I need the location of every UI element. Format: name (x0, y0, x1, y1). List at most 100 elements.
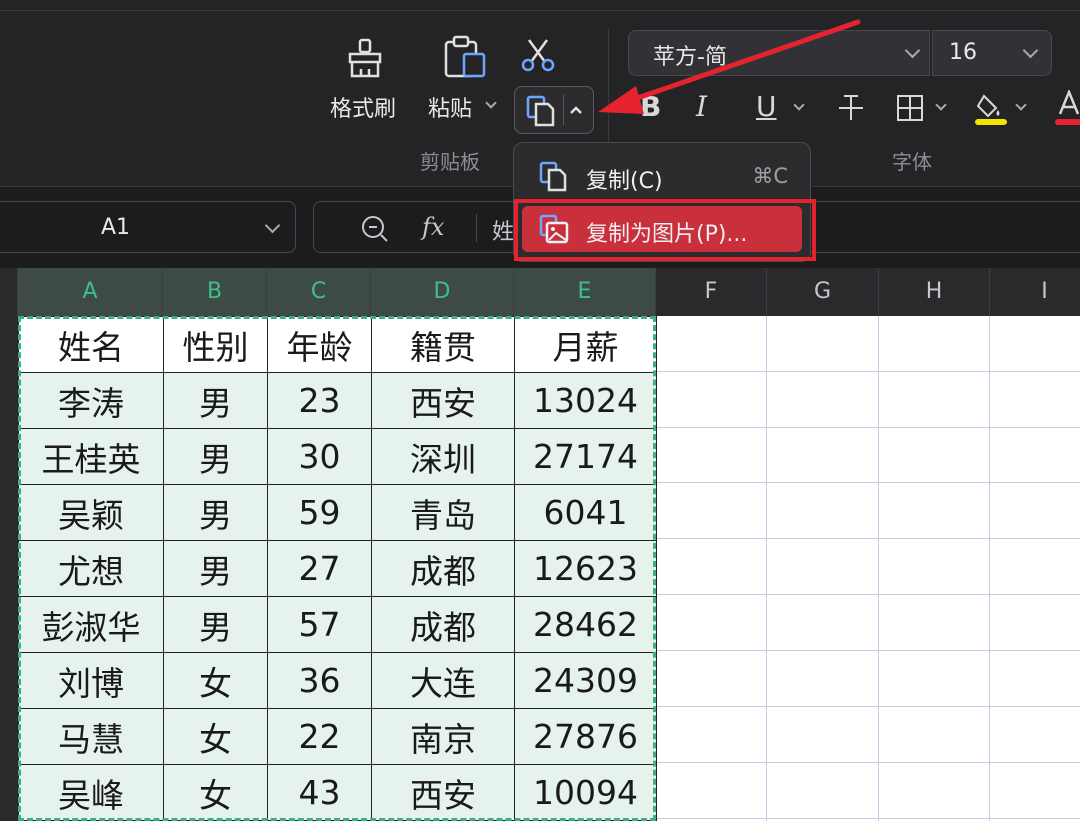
table-cell[interactable]: 马慧 (18, 708, 164, 765)
grid-line (656, 818, 1080, 819)
chevron-down-icon (1022, 42, 1039, 59)
font-name-select[interactable]: 苹方-简 (628, 30, 930, 76)
table-cell[interactable]: 24309 (514, 652, 657, 709)
table-header-cell[interactable]: 月薪 (514, 316, 657, 373)
formula-divider (476, 214, 477, 242)
table-cell[interactable]: 男 (163, 596, 268, 653)
table-cell[interactable]: 尤想 (18, 540, 164, 597)
column-header-b[interactable]: B (163, 268, 267, 316)
table-cell[interactable]: 6041 (514, 484, 657, 541)
table-cell[interactable]: 王桂英 (18, 428, 164, 485)
table-cell[interactable]: 57 (267, 596, 372, 653)
format-painter-icon[interactable] (344, 36, 390, 80)
table-cell[interactable]: 男 (163, 428, 268, 485)
column-header-i[interactable]: I (990, 268, 1080, 316)
table-cell[interactable]: 李涛 (18, 372, 164, 429)
clipboard-group-label: 剪贴板 (420, 150, 480, 174)
font-size-value: 16 (949, 40, 977, 65)
fx-icon[interactable]: fx (422, 213, 444, 241)
chevron-up-icon[interactable] (568, 104, 584, 116)
borders-icon[interactable] (896, 94, 924, 122)
table-cell[interactable]: 59 (267, 484, 372, 541)
grid-line (656, 427, 1080, 428)
table-cell[interactable]: 青岛 (371, 484, 515, 541)
table-cell[interactable]: 43 (267, 764, 372, 821)
table-cell[interactable]: 27 (267, 540, 372, 597)
menu-item-shortcut: ⌘C (752, 164, 788, 188)
chevron-down-icon[interactable] (793, 99, 805, 111)
data-table[interactable]: 姓名 性别 年龄 籍贯 月薪 李涛 男 23 西安 13024 王桂英 男 30… (18, 316, 657, 821)
table-cell[interactable]: 23 (267, 372, 372, 429)
italic-icon[interactable]: I (696, 90, 707, 123)
name-box[interactable]: A1 (0, 201, 296, 253)
table-cell[interactable]: 西安 (371, 372, 515, 429)
ribbon-top-border (0, 10, 1080, 11)
table-header-cell[interactable]: 年龄 (267, 316, 372, 373)
scissors-icon[interactable] (520, 38, 556, 72)
paste-label[interactable]: 粘贴 (428, 91, 472, 123)
table-cell[interactable]: 男 (163, 484, 268, 541)
font-color-icon[interactable] (1054, 90, 1080, 126)
table-cell[interactable]: 吴峰 (18, 764, 164, 821)
copy-split-button[interactable] (514, 86, 594, 134)
fill-color-icon[interactable] (974, 90, 1008, 126)
table-header-cell[interactable]: 姓名 (18, 316, 164, 373)
table-cell[interactable]: 成都 (371, 596, 515, 653)
table-cell[interactable]: 12623 (514, 540, 657, 597)
table-header-cell[interactable]: 性别 (163, 316, 268, 373)
table-cell[interactable]: 吴颖 (18, 484, 164, 541)
paste-chevron-icon[interactable] (485, 97, 497, 109)
grid-line (656, 762, 1080, 763)
table-cell[interactable]: 刘博 (18, 652, 164, 709)
grid-line (766, 316, 767, 821)
table-row: 吴峰 女 43 西安 10094 (18, 764, 657, 821)
table-cell[interactable]: 女 (163, 708, 268, 765)
format-painter-label[interactable]: 格式刷 (330, 91, 396, 123)
table-cell[interactable]: 深圳 (371, 428, 515, 485)
table-cell[interactable]: 女 (163, 764, 268, 821)
table-cell[interactable]: 27876 (514, 708, 657, 765)
table-header-cell[interactable]: 籍贯 (371, 316, 515, 373)
menu-item-label: 复制(C) (586, 169, 663, 194)
table-header-row: 姓名 性别 年龄 籍贯 月薪 (18, 316, 657, 373)
table-cell[interactable]: 成都 (371, 540, 515, 597)
row-header-strip (0, 316, 18, 821)
underline-icon[interactable]: U (756, 90, 777, 123)
table-row: 尤想 男 27 成都 12623 (18, 540, 657, 597)
table-cell[interactable]: 大连 (371, 652, 515, 709)
table-cell[interactable]: 36 (267, 652, 372, 709)
font-size-select[interactable]: 16 (932, 30, 1052, 76)
table-cell[interactable]: 彭淑华 (18, 596, 164, 653)
table-cell[interactable]: 30 (267, 428, 372, 485)
copy-icon[interactable] (525, 94, 557, 128)
zoom-icon[interactable] (360, 214, 390, 244)
column-header-a[interactable]: A (18, 268, 163, 316)
column-header-e[interactable]: E (514, 268, 656, 316)
grid-line (656, 371, 1080, 372)
table-row: 马慧 女 22 南京 27876 (18, 708, 657, 765)
paste-icon[interactable] (442, 34, 488, 80)
column-header-g[interactable]: G (767, 268, 879, 316)
column-header-h[interactable]: H (879, 268, 990, 316)
menu-item-copy[interactable]: 复制(C) ⌘C (522, 153, 802, 199)
table-cell[interactable]: 男 (163, 372, 268, 429)
strikethrough-icon[interactable] (836, 92, 866, 122)
table-cell[interactable]: 男 (163, 540, 268, 597)
column-header-c[interactable]: C (267, 268, 371, 316)
table-cell[interactable]: 女 (163, 652, 268, 709)
grid-line (989, 316, 990, 821)
chevron-down-icon[interactable] (935, 99, 947, 111)
grid-line (656, 594, 1080, 595)
table-cell[interactable]: 27174 (514, 428, 657, 485)
table-cell[interactable]: 10094 (514, 764, 657, 821)
chevron-down-icon[interactable] (1015, 99, 1027, 111)
table-cell[interactable]: 13024 (514, 372, 657, 429)
table-cell[interactable]: 西安 (371, 764, 515, 821)
table-cell[interactable]: 南京 (371, 708, 515, 765)
column-header-d[interactable]: D (371, 268, 514, 316)
bold-icon[interactable]: B (640, 90, 661, 123)
table-cell[interactable]: 28462 (514, 596, 657, 653)
column-header-f[interactable]: F (656, 268, 767, 316)
chevron-down-icon (904, 42, 921, 59)
table-cell[interactable]: 22 (267, 708, 372, 765)
